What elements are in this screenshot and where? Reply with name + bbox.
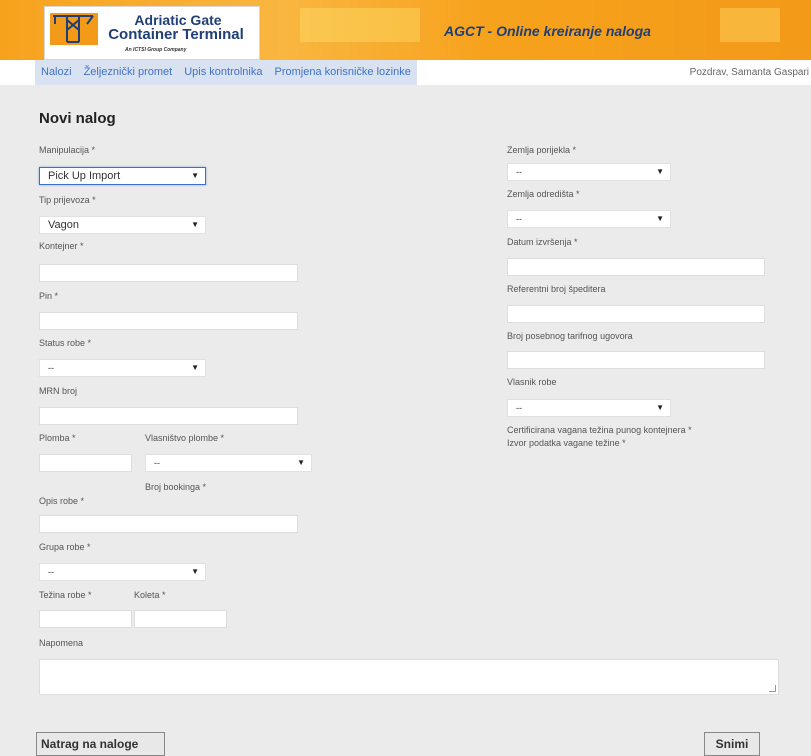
back-to-orders-button[interactable]: Natrag na naloge: [36, 732, 165, 756]
mrn-broj-label: MRN broj: [39, 386, 78, 396]
grupa-robe-label: Grupa robe *: [39, 542, 91, 552]
vlasnik-robe-label: Vlasnik robe: [507, 377, 557, 387]
grupa-robe-value: --: [48, 567, 54, 577]
datum-izvrsenja-label: Datum izvršenja *: [507, 237, 578, 247]
status-robe-select[interactable]: -- ▼: [39, 359, 206, 377]
chevron-down-icon: ▼: [191, 363, 199, 372]
resize-handle-icon[interactable]: [769, 685, 776, 692]
pin-input[interactable]: [39, 312, 298, 330]
manipulacija-value: Pick Up Import: [48, 170, 121, 182]
app-title: AGCT - Online kreiranje naloga: [444, 23, 651, 39]
kontejner-label: Kontejner *: [39, 241, 84, 251]
vlasnik-robe-select[interactable]: -- ▼: [507, 399, 671, 417]
zemlja-odredista-select[interactable]: -- ▼: [507, 210, 671, 228]
zemlja-odredista-value: --: [516, 214, 522, 224]
logo-subtitle: An ICTSI Group Company: [125, 47, 187, 53]
grupa-robe-select[interactable]: -- ▼: [39, 563, 206, 581]
datum-izvrsenja-input[interactable]: [507, 258, 765, 276]
mrn-broj-input[interactable]: [39, 407, 298, 425]
referentni-broj-input[interactable]: [507, 305, 765, 323]
nav-item-nalozi[interactable]: Nalozi: [35, 60, 78, 85]
chevron-down-icon: ▼: [656, 403, 664, 412]
zemlja-porijekla-value: --: [516, 167, 522, 177]
broj-ugovora-label: Broj posebnog tarifnog ugovora: [507, 331, 633, 341]
tezina-robe-label: Težina robe *: [39, 590, 92, 600]
vlasnistvo-plombe-select[interactable]: -- ▼: [145, 454, 312, 472]
nav-item-upis-kontrolnika[interactable]: Upis kontrolnika: [178, 60, 268, 85]
napomena-textarea[interactable]: [39, 659, 779, 695]
chevron-down-icon: ▼: [297, 458, 305, 467]
referentni-broj-label: Referentni broj špeditera: [507, 284, 606, 294]
koleta-label: Koleta *: [134, 590, 166, 600]
header-banner: Adriatic Gate Container Terminal An ICTS…: [0, 0, 811, 60]
tip-prijevoza-value: Vagon: [48, 219, 79, 231]
opis-robe-input[interactable]: [39, 515, 298, 533]
vlasnik-robe-value: --: [516, 403, 522, 413]
chevron-down-icon: ▼: [191, 171, 199, 180]
status-robe-label: Status robe *: [39, 338, 92, 348]
tip-prijevoza-label: Tip prijevoza *: [39, 195, 96, 205]
chevron-down-icon: ▼: [191, 220, 199, 229]
zemlja-porijekla-label: Zemlja porijekla *: [507, 145, 577, 155]
banner-decoration: [300, 8, 420, 42]
nav-item-promjena-lozinke[interactable]: Promjena korisničke lozinke: [268, 60, 416, 85]
broj-bookinga-label: Broj bookinga *: [145, 482, 207, 492]
kontejner-input[interactable]: [39, 264, 298, 282]
certificirana-tezina-label: Certificirana vagana težina punog kontej…: [507, 425, 692, 435]
user-greeting: Pozdrav, Samanta Gaspari: [689, 67, 809, 78]
broj-ugovora-input[interactable]: [507, 351, 765, 369]
save-button[interactable]: Snimi: [704, 732, 760, 756]
pin-label: Pin *: [39, 291, 59, 301]
plomba-label: Plomba *: [39, 433, 76, 443]
status-robe-value: --: [48, 363, 54, 373]
logo-line2: Container Terminal: [108, 26, 244, 43]
izvor-podatka-label: Izvor podatka vagane težine *: [507, 438, 626, 448]
manipulacija-select[interactable]: Pick Up Import ▼: [39, 167, 206, 185]
banner-decoration: [720, 8, 780, 42]
chevron-down-icon: ▼: [656, 167, 664, 176]
plomba-input[interactable]: [39, 454, 132, 472]
tip-prijevoza-select[interactable]: Vagon ▼: [39, 216, 206, 234]
vlasnistvo-plombe-value: --: [154, 458, 160, 468]
nav-item-zeljeznicki-promet[interactable]: Željeznički promet: [78, 60, 179, 85]
zemlja-odredista-label: Zemlja odredišta *: [507, 189, 580, 199]
opis-robe-label: Opis robe *: [39, 496, 85, 506]
crane-icon: [50, 13, 98, 45]
page-title: Novi nalog: [39, 110, 116, 127]
top-nav: Nalozi Željeznički promet Upis kontrolni…: [0, 60, 811, 85]
manipulacija-label: Manipulacija *: [39, 145, 96, 155]
chevron-down-icon: ▼: [191, 567, 199, 576]
chevron-down-icon: ▼: [656, 214, 664, 223]
napomena-label: Napomena: [39, 638, 84, 648]
vlasnistvo-plombe-label: Vlasništvo plombe *: [145, 433, 225, 443]
company-logo[interactable]: Adriatic Gate Container Terminal An ICTS…: [44, 6, 260, 60]
tezina-robe-input[interactable]: [39, 610, 132, 628]
koleta-input[interactable]: [134, 610, 227, 628]
zemlja-porijekla-select[interactable]: -- ▼: [507, 163, 671, 181]
nav-menu: Nalozi Željeznički promet Upis kontrolni…: [35, 60, 417, 85]
